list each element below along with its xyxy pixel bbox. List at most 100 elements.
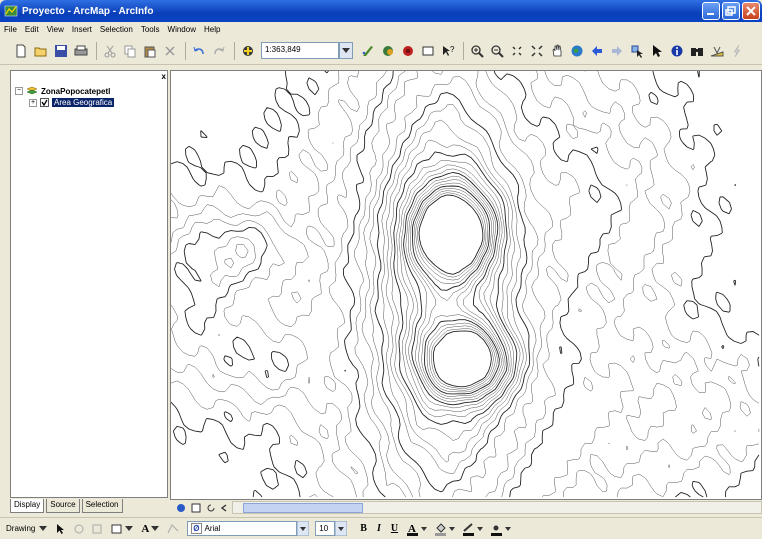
fixed-zoom-out-icon[interactable] [528,42,546,60]
menu-selection[interactable]: Selection [100,25,133,34]
hyperlink-lightning-icon[interactable] [728,42,746,60]
restore-button[interactable] [722,2,740,20]
menu-file[interactable]: File [4,25,17,34]
window-title: Proyecto - ArcMap - ArcInfo [22,5,154,17]
font-name-value: Arial [204,524,221,533]
view-switch-buttons [170,500,230,515]
open-folder-icon[interactable] [32,42,50,60]
measure-icon[interactable] [708,42,726,60]
underline-button[interactable]: U [391,523,398,534]
menu-view[interactable]: View [47,25,64,34]
contour-line [403,171,508,406]
menu-help[interactable]: Help [204,25,220,34]
menu-bar: File Edit View Insert Selection Tools Wi… [0,22,762,37]
toc-close-icon[interactable]: x [162,72,166,81]
select-features-icon[interactable] [628,42,646,60]
add-data-icon[interactable] [239,42,257,60]
paste-icon[interactable] [141,42,159,60]
layer-row[interactable]: + Area Geografica [29,98,115,107]
map-horizontal-scrollbar[interactable] [232,501,762,514]
help-pointer-icon[interactable]: ? [439,42,457,60]
chevron-down-icon[interactable] [151,525,160,532]
toolbox-icon[interactable] [399,42,417,60]
print-icon[interactable] [72,42,90,60]
title-bar: Proyecto - ArcMap - ArcInfo [0,0,762,22]
zoom-in-icon[interactable] [468,42,486,60]
rectangle-tool-icon[interactable] [111,523,123,535]
contour-line [381,104,527,474]
scale-dropdown-button[interactable] [339,42,353,59]
font-size-dropdown[interactable]: 10 [315,521,336,536]
menu-insert[interactable]: Insert [72,25,92,34]
tab-display[interactable]: Display [10,499,45,513]
forward-extent-icon[interactable] [608,42,626,60]
font-name-dropdown[interactable]: Ø Arial [187,521,298,536]
italic-button[interactable]: I [377,523,381,534]
expand-icon[interactable]: + [29,98,37,107]
menu-tools[interactable]: Tools [141,25,160,34]
rotate-icon[interactable] [73,523,85,535]
menu-window[interactable]: Window [168,25,196,34]
marker-color-icon[interactable] [491,522,513,536]
find-binoculars-icon[interactable] [688,42,706,60]
tab-selection[interactable]: Selection [81,499,123,513]
zoom-out-icon[interactable] [488,42,506,60]
data-frame-layers-icon [26,86,38,95]
line-color-icon[interactable] [463,522,485,536]
contour-map[interactable] [171,71,762,500]
tab-source[interactable]: Source [46,499,80,513]
new-document-icon[interactable] [12,42,30,60]
cut-icon[interactable] [101,42,119,60]
svg-text:?: ? [450,45,455,54]
font-icon: Ø [191,523,202,534]
full-extent-globe-icon[interactable] [568,42,586,60]
data-view-globe-icon[interactable] [176,503,186,513]
map-scale-input[interactable]: 1:363,849 [261,42,339,59]
data-frame-name: ZonaPopocatepetl [41,86,111,96]
contour-line [418,194,492,388]
fixed-zoom-in-icon[interactable] [508,42,526,60]
drawing-toolbar: Drawing A Ø Arial 10 B I U A [0,517,762,539]
command-line-icon[interactable] [419,42,437,60]
undo-icon[interactable] [190,42,208,60]
map-display-area[interactable] [170,70,762,500]
minimize-button[interactable] [702,2,720,20]
menu-edit[interactable]: Edit [25,25,39,34]
zoom-to-selected-icon[interactable] [91,523,103,535]
contour-line [174,71,628,498]
editor-toolbar-icon[interactable] [359,42,377,60]
back-extent-icon[interactable] [588,42,606,60]
contour-line [171,71,736,498]
identify-icon[interactable] [668,42,686,60]
pause-drawing-icon[interactable] [220,503,230,513]
layer-visibility-checkbox[interactable] [40,98,49,107]
drawing-menu-button[interactable]: Drawing [6,524,35,533]
contour-line [210,71,580,498]
close-button[interactable] [742,2,760,20]
select-elements-icon[interactable] [55,523,67,535]
font-size-chevron-icon[interactable] [335,521,348,536]
text-tool-icon[interactable]: A [141,523,149,535]
toc-tab-strip: Display Source Selection [10,499,168,515]
fill-color-icon[interactable] [435,522,457,536]
copy-icon[interactable] [121,42,139,60]
data-frame-row[interactable]: − ZonaPopocatepetl [15,86,110,96]
pan-hand-icon[interactable] [548,42,566,60]
collapse-icon[interactable]: − [15,87,23,95]
edit-vertices-icon[interactable] [167,523,179,535]
save-icon[interactable] [52,42,70,60]
contour-line [171,71,760,498]
redo-icon[interactable] [210,42,228,60]
bold-button[interactable]: B [360,523,367,534]
delete-icon[interactable] [161,42,179,60]
refresh-icon[interactable] [206,503,216,513]
layout-view-icon[interactable] [191,503,201,513]
arcmap-app-icon [4,5,18,17]
scrollbar-thumb[interactable] [243,503,363,513]
chevron-down-icon[interactable] [125,525,134,532]
font-color-icon[interactable]: A [407,522,429,536]
layer-name[interactable]: Area Geografica [52,98,115,107]
select-elements-arrow-icon[interactable] [648,42,666,60]
font-name-chevron-icon[interactable] [297,521,310,536]
catalog-icon[interactable] [379,42,397,60]
